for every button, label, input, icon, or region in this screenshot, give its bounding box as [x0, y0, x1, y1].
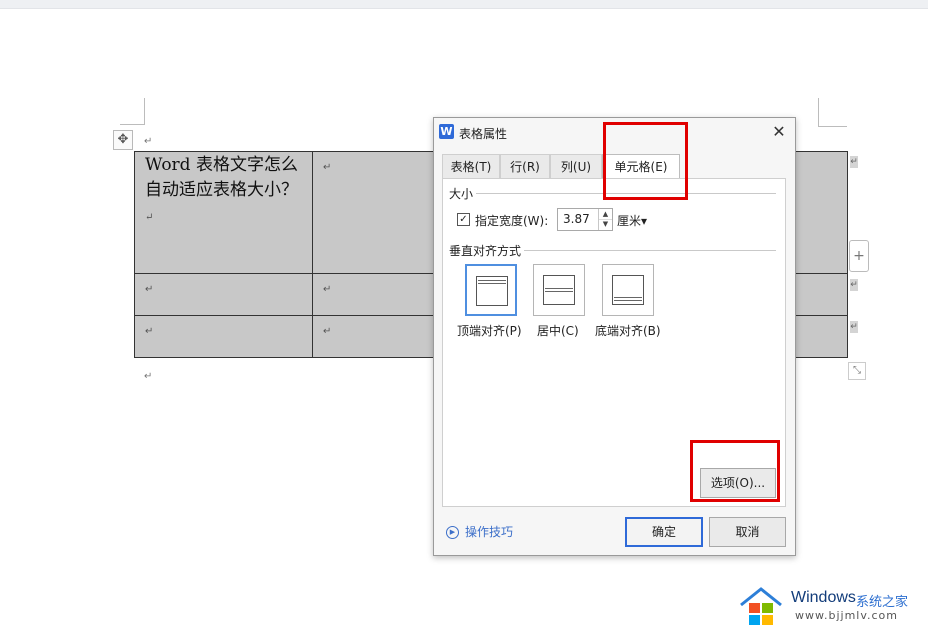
- align-top-option[interactable]: [465, 264, 517, 316]
- align-bottom-option[interactable]: [602, 264, 654, 316]
- align-center-label: 居中(C): [537, 324, 579, 338]
- stepper-down-icon[interactable]: ▼: [599, 219, 612, 229]
- table-move-handle-icon[interactable]: ✥: [113, 130, 133, 150]
- width-unit-select[interactable]: 厘米▾: [617, 212, 647, 229]
- watermark: Windows 系统之家 www.bjjmlv.com: [739, 585, 928, 627]
- align-top-label: 顶端对齐(P): [457, 324, 522, 338]
- align-bottom-label: 底端对齐(B): [595, 324, 661, 338]
- table-cell[interactable]: Word 表格文字怎么自动适应表格大小？ ↵: [134, 151, 313, 274]
- paragraph-mark: ↵: [323, 162, 332, 173]
- align-bottom-icon: [612, 275, 644, 305]
- cell-text: Word 表格文字怎么自动适应表格大小？: [145, 155, 298, 200]
- table-cell[interactable]: ↵: [312, 151, 434, 274]
- watermark-name: 系统之家: [856, 595, 909, 610]
- checkbox-check-icon: ✓: [459, 214, 468, 225]
- add-column-plus-icon[interactable]: +: [849, 240, 869, 272]
- specify-width-checkbox[interactable]: ✓: [457, 213, 470, 226]
- table-cell[interactable]: ↵: [312, 273, 434, 316]
- table-cell[interactable]: ↵: [134, 273, 313, 316]
- tips-label: 操作技巧: [465, 525, 514, 539]
- top-bar: [0, 0, 928, 9]
- tab-row[interactable]: 行(R): [500, 154, 550, 179]
- table-cell[interactable]: ↵: [312, 315, 434, 358]
- paragraph-mark: ↵: [323, 326, 332, 337]
- paragraph-mark: ↵: [323, 284, 332, 295]
- size-section-label: 大小: [449, 187, 474, 201]
- wps-writer-icon: W: [439, 124, 454, 139]
- close-icon[interactable]: ✕: [769, 122, 789, 142]
- specify-width-label: 指定宽度(W):: [475, 214, 549, 228]
- vertical-align-section-label: 垂直对齐方式: [449, 244, 522, 258]
- align-center-icon: [543, 275, 575, 305]
- watermark-brand: Windows: [791, 589, 856, 606]
- width-value: 3.87: [563, 212, 590, 226]
- paragraph-mark: ↵: [145, 212, 154, 223]
- play-circle-icon: ▶: [446, 526, 459, 539]
- row-end-mark: ↵: [850, 321, 858, 333]
- paragraph-mark: ↵: [144, 371, 153, 382]
- divider: [524, 250, 776, 251]
- cancel-button[interactable]: 取消: [709, 517, 786, 547]
- dialog-title: 表格属性: [459, 127, 508, 141]
- stepper-buttons: ▲ ▼: [598, 209, 612, 230]
- row-end-mark: ↵: [850, 156, 858, 168]
- tab-table[interactable]: 表格(T): [442, 154, 500, 179]
- highlight-box-options: [690, 440, 780, 502]
- page-corner-mark-right: [818, 98, 847, 127]
- ok-button[interactable]: 确定: [625, 517, 703, 547]
- highlight-box-cell-tab: [603, 122, 688, 200]
- width-stepper[interactable]: 3.87 ▲ ▼: [557, 208, 613, 231]
- page-corner-mark-left: [120, 98, 145, 125]
- paragraph-mark: ↵: [145, 326, 154, 337]
- table-cell[interactable]: ↵: [134, 315, 313, 358]
- windows-logo-icon: [740, 587, 782, 625]
- align-top-icon: [476, 276, 508, 306]
- row-end-mark: ↵: [850, 279, 858, 291]
- paragraph-mark: ↵: [144, 136, 153, 147]
- tips-link[interactable]: ▶ 操作技巧: [446, 523, 513, 540]
- tab-column[interactable]: 列(U): [550, 154, 602, 179]
- table-resize-icon[interactable]: ⤡: [848, 362, 866, 380]
- paragraph-mark: ↵: [145, 284, 154, 295]
- watermark-url: www.bjjmlv.com: [795, 609, 898, 622]
- align-center-option[interactable]: [533, 264, 585, 316]
